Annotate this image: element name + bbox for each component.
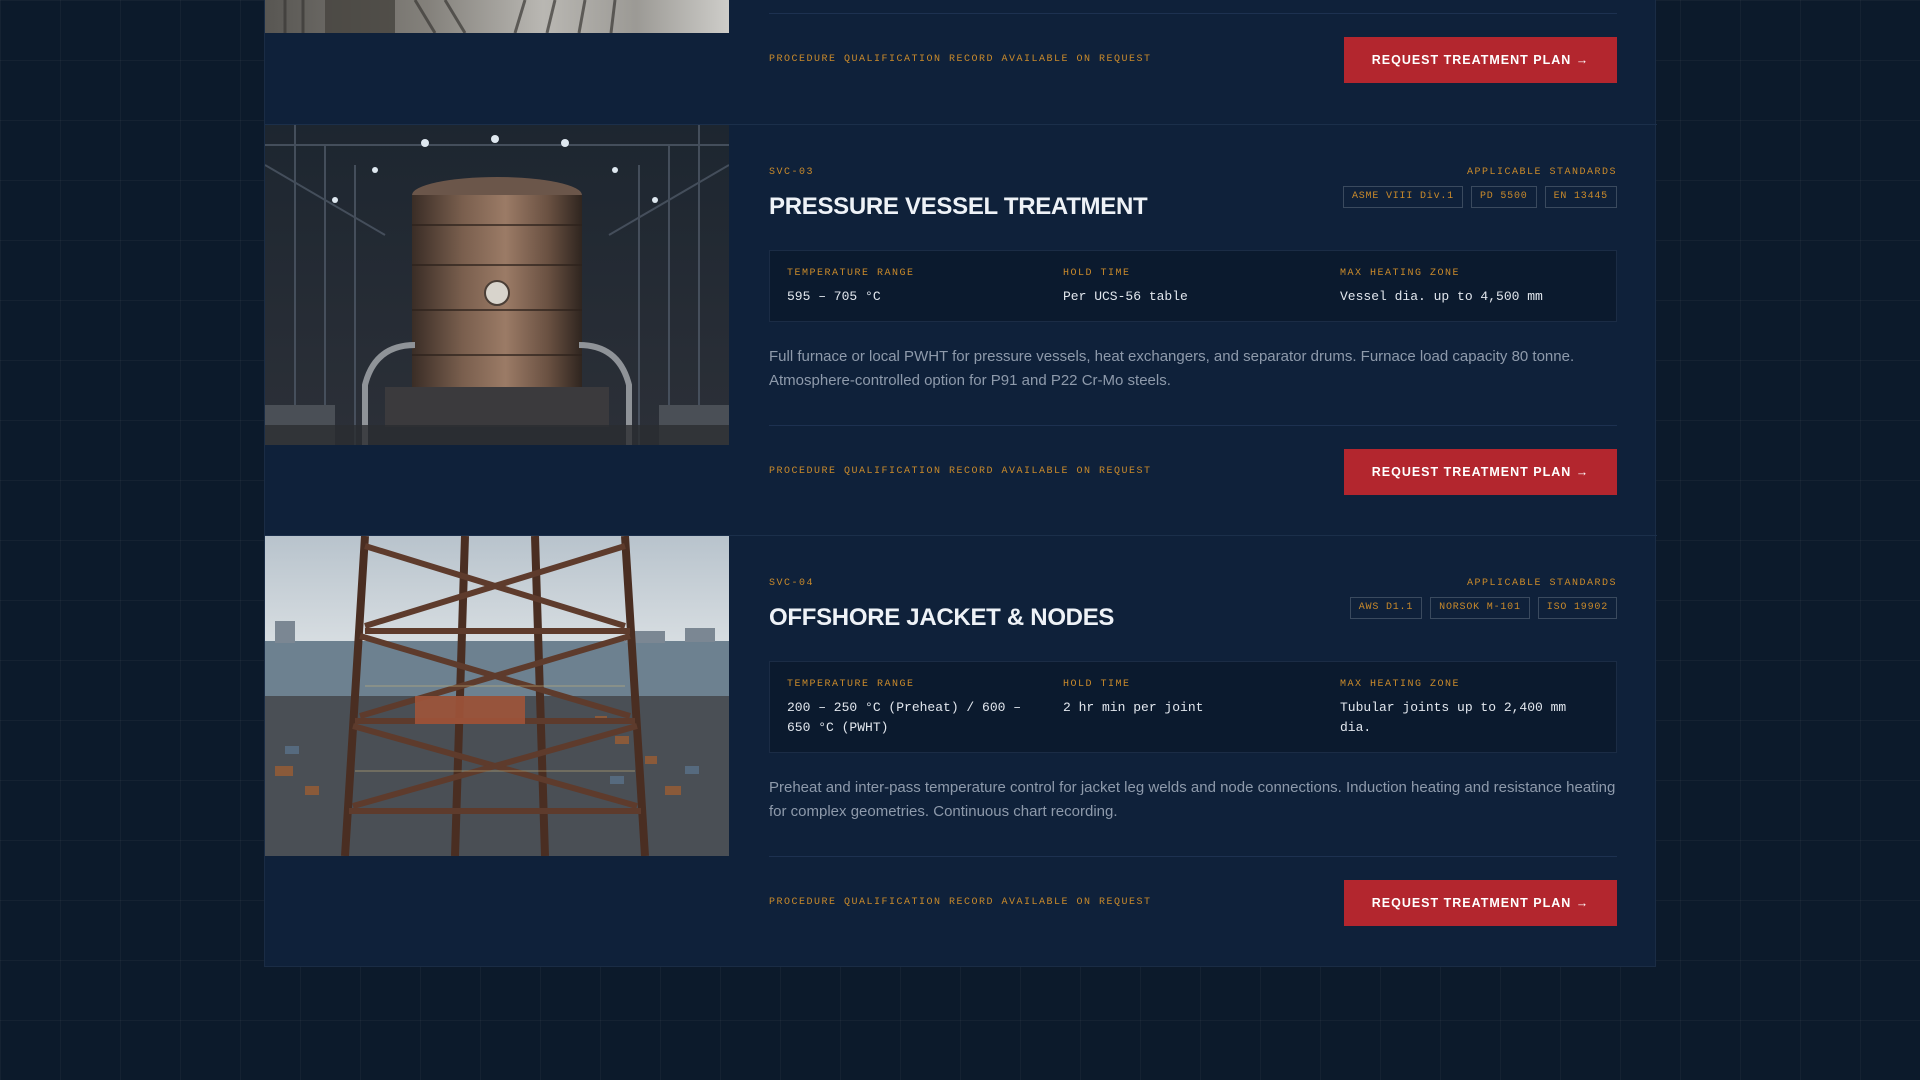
service-code: SVC-03 [769,167,815,178]
request-treatment-plan-button[interactable]: REQUEST TREATMENT PLAN → [1344,449,1617,495]
spec-value: Tubular joints up to 2,400 mm dia. [1340,700,1567,735]
spec-label: HOLD TIME [1063,268,1131,279]
spec-hold-time: HOLD TIME Per UCS-56 table [1063,268,1313,307]
spec-max-heating-zone: MAX HEATING ZONE Vessel dia. up to 4,500… [1340,268,1590,307]
standards-label: APPLICABLE STANDARDS [1466,167,1617,178]
standards-list: ASME VIII Div.1 PD 5500 EN 13445 [1342,186,1617,208]
request-treatment-plan-button[interactable]: REQUEST TREATMENT PLAN → [1344,880,1617,926]
service-image-offshore-jacket [265,536,729,856]
standard-badge: AWS D1.1 [1349,597,1423,619]
spec-value: 2 hr min per joint [1063,700,1204,715]
spec-value: Vessel dia. up to 4,500 mm [1340,289,1543,304]
standards-label: APPLICABLE STANDARDS [1466,578,1617,589]
spec-temperature-range: TEMPERATURE RANGE 200 – 250 °C (Preheat)… [787,679,1037,738]
standards-list: AWS D1.1 NORSOK M-101 ISO 19902 [1349,597,1617,619]
service-image-pipe [265,0,729,33]
spec-label: MAX HEATING ZONE [1340,268,1461,279]
service-image-pressure-vessel [265,125,729,445]
divider [769,856,1617,857]
request-treatment-plan-button[interactable]: REQUEST TREATMENT PLAN → [1344,37,1617,83]
divider [769,13,1617,14]
standard-badge: PD 5500 [1470,186,1537,208]
service-description: Full furnace or local PWHT for pressure … [769,348,1575,389]
service-code: SVC-04 [769,578,815,589]
service-card-svc-04: SVC-04 OFFSHORE JACKET & NODES APPLICABL… [265,535,1657,967]
spec-label: TEMPERATURE RANGE [787,268,915,279]
standard-badge: ASME VIII Div.1 [1342,186,1463,208]
spec-label: HOLD TIME [1063,679,1131,690]
pqr-note: PROCEDURE QUALIFICATION RECORD AVAILABLE… [769,897,1152,908]
standard-badge: ISO 19902 [1537,597,1617,619]
services-panel: PROCEDURE QUALIFICATION RECORD AVAILABLE… [264,0,1657,967]
service-title: PRESSURE VESSEL TREATMENT [769,193,1148,220]
service-title: OFFSHORE JACKET & NODES [769,604,1115,631]
spec-label: MAX HEATING ZONE [1340,679,1461,690]
pqr-note: PROCEDURE QUALIFICATION RECORD AVAILABLE… [769,54,1152,65]
spec-box: TEMPERATURE RANGE 595 – 705 °C HOLD TIME… [769,250,1617,322]
spec-temperature-range: TEMPERATURE RANGE 595 – 705 °C [787,268,1037,307]
spec-value: 200 – 250 °C (Preheat) / 600 – 650 °C (P… [787,700,1022,735]
spec-hold-time: HOLD TIME 2 hr min per joint [1063,679,1313,718]
spec-max-heating-zone: MAX HEATING ZONE Tubular joints up to 2,… [1340,679,1590,738]
pqr-note: PROCEDURE QUALIFICATION RECORD AVAILABLE… [769,466,1152,477]
divider [769,425,1617,426]
spec-value: 595 – 705 °C [787,289,881,304]
spec-label: TEMPERATURE RANGE [787,679,915,690]
standard-badge: NORSOK M-101 [1430,597,1530,619]
service-card-svc-03: SVC-03 PRESSURE VESSEL TREATMENT APPLICA… [265,124,1657,535]
spec-box: TEMPERATURE RANGE 200 – 250 °C (Preheat)… [769,661,1617,753]
service-description: Preheat and inter-pass temperature contr… [769,779,1616,820]
service-card-partial: PROCEDURE QUALIFICATION RECORD AVAILABLE… [265,0,1657,124]
spec-value: Per UCS-56 table [1063,289,1188,304]
standard-badge: EN 13445 [1544,186,1617,208]
